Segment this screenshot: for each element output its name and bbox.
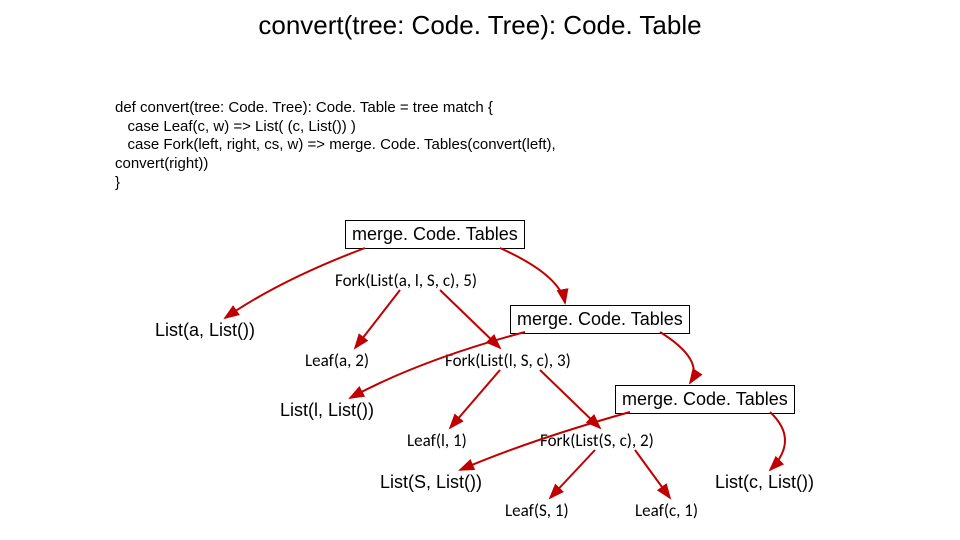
tree-node-7: Leaf(c, 1) <box>635 500 698 521</box>
list-s-label: List(S, List()) <box>380 472 482 493</box>
tree-node-2: Leaf(a, 2) <box>305 350 369 371</box>
code-line-2: case Leaf(c, w) => List( (c, List()) ) <box>115 118 356 135</box>
tree-node-6: Leaf(S, 1) <box>505 500 569 521</box>
code-line-4: convert(right)) <box>115 155 208 172</box>
tree-node-1: Fork(List(a, l, S, c), 5) <box>335 270 477 291</box>
list-a-label: List(a, List()) <box>155 320 255 341</box>
code-line-1: def convert(tree: Code. Tree): Code. Tab… <box>115 99 493 116</box>
merge-box-3: merge. Code. Tables <box>615 385 795 414</box>
merge-box-2: merge. Code. Tables <box>510 305 690 334</box>
list-c-label: List(c, List()) <box>715 472 814 493</box>
list-l-label: List(l, List()) <box>280 400 374 421</box>
code-line-5: } <box>115 174 120 191</box>
slide-title: convert(tree: Code. Tree): Code. Table <box>0 10 960 41</box>
code-block: def convert(tree: Code. Tree): Code. Tab… <box>115 80 556 193</box>
code-line-3: case Fork(left, right, cs, w) => merge. … <box>115 136 556 153</box>
tree-node-5: Fork(List(S, c), 2) <box>540 430 654 451</box>
tree-node-3: Fork(List(l, S, c), 3) <box>445 350 571 371</box>
merge-box-1: merge. Code. Tables <box>345 220 525 249</box>
tree-node-4: Leaf(l, 1) <box>407 430 467 451</box>
